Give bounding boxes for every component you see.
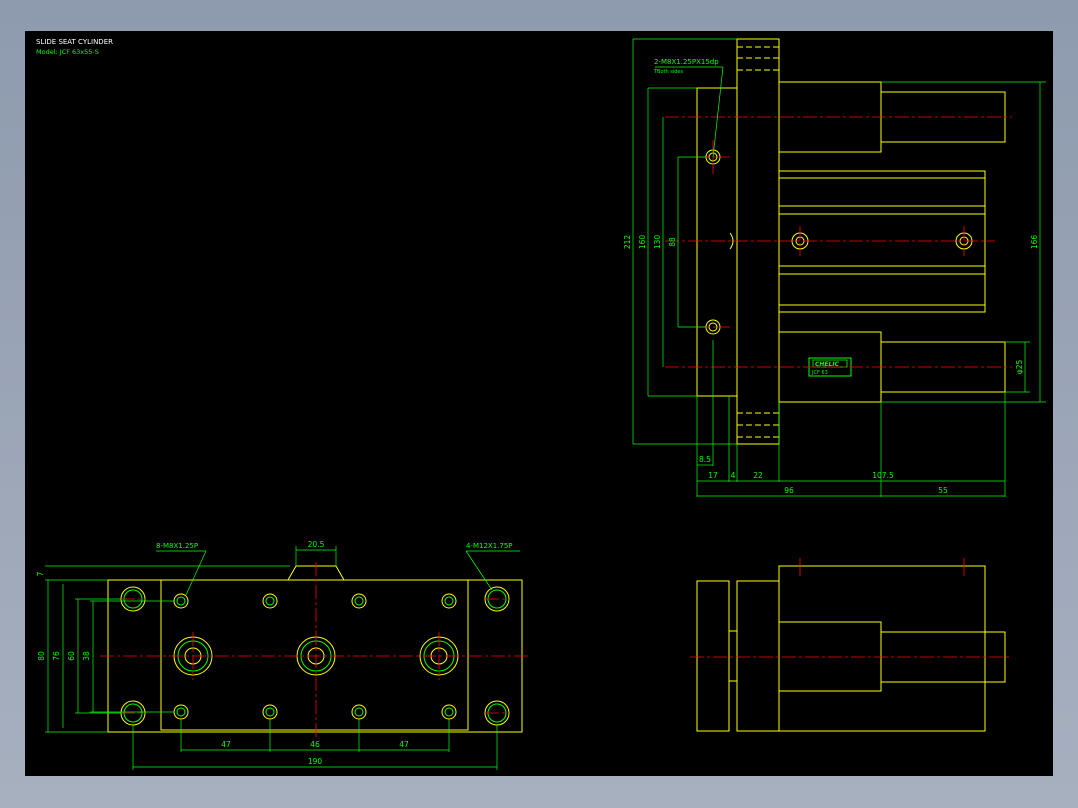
title-block: SLIDE SEAT CYLINDER Model: JCF 63x55-S [36, 38, 113, 56]
side-dimension-text: 2-M8X1.25PX15dp TBoth sides 212 160 130 … [623, 58, 1039, 495]
dim-4: 4 [731, 471, 736, 480]
front-plate [696, 87, 738, 397]
top-centerlines [100, 562, 530, 740]
dim-47-right: 47 [399, 740, 409, 749]
dim-60: 60 [67, 651, 76, 661]
drawing-title: SLIDE SEAT CYLINDER [36, 38, 113, 46]
dim-190: 190 [308, 757, 323, 766]
m8-holes [173, 593, 457, 720]
end-view [696, 565, 1006, 732]
rear-block [736, 38, 780, 445]
drawing-model: Model: JCF 63x55-S [36, 48, 99, 56]
end-centerlines [690, 558, 1012, 658]
viewer-frame: SLIDE SEAT CYLINDER Model: JCF 63x55-S C… [0, 0, 1078, 808]
corner-tap-callout: 4-M12X1.75P [466, 542, 513, 550]
dim-130: 130 [653, 235, 662, 250]
top-tap-callout: 8-M8X1.25P [156, 542, 198, 550]
dim-107-5: 107.5 [872, 471, 894, 480]
cylinder-body [778, 170, 986, 313]
end-rear-block [736, 580, 780, 732]
dim-76: 76 [52, 651, 61, 661]
dim-17: 17 [708, 471, 718, 480]
end-front-plate [696, 580, 730, 732]
dim-80: 80 [37, 651, 46, 661]
end-housing [778, 621, 882, 692]
side-tap-note: TBoth sides [653, 69, 684, 75]
dim-166: 166 [1030, 235, 1039, 250]
dim-160: 160 [638, 235, 647, 250]
dim-96: 96 [784, 486, 794, 495]
end-body [778, 565, 986, 732]
side-view [696, 38, 1006, 445]
side-tap-callout: 2-M8X1.25PX15dp [654, 58, 719, 66]
dim-20-5: 20.5 [308, 540, 325, 549]
top-view [107, 565, 523, 733]
dim-88: 88 [668, 237, 677, 247]
dim-55: 55 [938, 486, 948, 495]
dim-7: 7 [36, 571, 45, 576]
dim-8-5: 8.5 [699, 455, 711, 464]
table-plate [160, 579, 469, 731]
cad-drawing: SLIDE SEAT CYLINDER Model: JCF 63x55-S C… [36, 38, 1046, 770]
dim-phi25: φ25 [1015, 360, 1024, 375]
dim-38: 38 [82, 651, 91, 661]
dim-22: 22 [753, 471, 763, 480]
drawing-canvas: SLIDE SEAT CYLINDER Model: JCF 63x55-S C… [25, 31, 1053, 776]
dim-212: 212 [623, 235, 632, 250]
dim-47-left: 47 [221, 740, 231, 749]
dim-46: 46 [310, 740, 320, 749]
side-dimensions [632, 38, 1046, 497]
logo-sub: JCF 63 [811, 370, 828, 376]
